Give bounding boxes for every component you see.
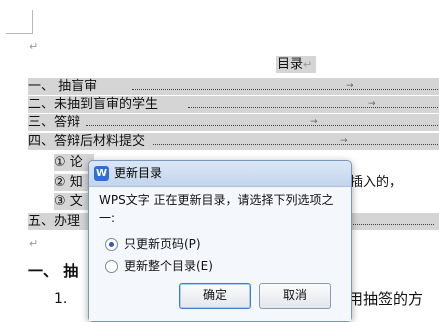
toc-entry-label: 二、未抽到盲审的学生 [28,97,159,112]
margin-corner-mark [6,33,32,34]
toc-entry-continuation [346,213,439,230]
dialog-title: 更新目录 [114,166,163,180]
dialog-body: WPS文字 正在更新目录，请选择下列选项之一: 只更新页码(P) 更新整个目录(… [89,187,351,321]
tab-arrow-icon: → [310,117,318,127]
body-text-start: 1. [54,291,68,307]
cancel-button[interactable]: 取消 [259,283,331,309]
toc-subentry-label: ② 知 [54,175,83,190]
option-label: 只更新页码(P) [124,237,201,251]
toc-entry-label: 一、 抽盲审 [28,79,98,94]
toc-subentry-label: ① 论 [54,155,83,170]
toc-entry[interactable]: 五、办理 [28,213,94,230]
toc-entry[interactable]: 三、答辩 → [28,114,439,131]
section-heading: 一、 抽 [28,262,79,280]
paragraph-mark-icon: ↵ [29,237,39,250]
radio-button[interactable] [105,260,118,273]
ok-button[interactable]: 确定 [179,283,251,309]
tab-arrow-icon: → [368,99,376,109]
update-toc-dialog: W 更新目录 WPS文字 正在更新目录，请选择下列选项之一: 只更新页码(P) … [88,160,352,322]
toc-leader-dots [132,89,439,90]
tab-arrow-icon: → [340,136,348,146]
toc-entry-label: 三、答辩 [28,115,81,130]
toc-subentry-tail: 插入的， [350,174,402,191]
toc-entry[interactable]: 一、 抽盲审 → [28,78,439,95]
toc-leader-dots [188,107,439,108]
toc-subentry-tail-text: 插入的， [350,175,403,190]
tab-arrow-icon: → [346,81,354,91]
radio-button-selected[interactable] [105,238,118,251]
toc-entry-label: 四、答辩后材料提交 [28,134,146,149]
toc-entry[interactable]: 四、答辩后材料提交 → [28,133,439,150]
margin-corner-mark [32,10,33,34]
toc-entry[interactable]: 二、未抽到盲审的学生 → [28,96,439,113]
toc-title: 目录↵ [276,56,317,73]
paragraph-mark-icon: ↵ [29,40,39,53]
wps-writer-icon: W [94,166,109,181]
paragraph-mark-icon: ↵ [303,58,313,71]
toc-leader-dots [86,125,439,126]
toc-subentry-label: ③ 文 [54,194,83,209]
toc-leader-dots [346,224,434,225]
dialog-message: WPS文字 正在更新目录，请选择下列选项之一: [99,193,334,225]
option-label: 更新整个目录(E) [124,259,213,273]
dialog-titlebar[interactable]: W 更新目录 [89,161,351,187]
toc-leader-dots [153,144,439,145]
body-text-tail: 用抽签的方 [348,290,424,308]
toc-entry-label: 五、办理 [28,214,81,229]
